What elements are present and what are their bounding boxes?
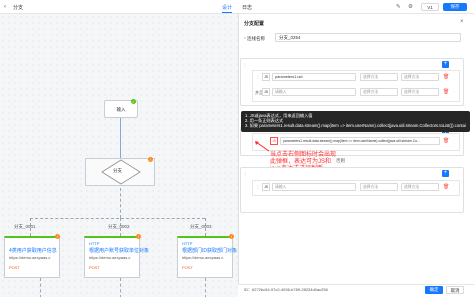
http-node-1[interactable]: 4类用户获取用户信息 https://demo.aexpaas.c POST	[4, 236, 60, 278]
cancel-button[interactable]: 取消	[446, 286, 464, 294]
http-node-kind: HTTP	[182, 241, 193, 246]
edge-label-2[interactable]: 分支_0002	[108, 224, 130, 230]
http-node-url: https://demo.aexpaas.c	[9, 255, 51, 260]
else-label: 否则	[336, 158, 345, 163]
edge-start-branch	[120, 118, 121, 158]
drag-handle-icon[interactable]: ⋮	[256, 184, 260, 189]
expression-type-select[interactable]: JS	[262, 73, 270, 81]
name-input[interactable]: 分支_0254	[275, 33, 461, 42]
http-node-url: https://demo.aexpaas.c	[182, 255, 224, 260]
field-input[interactable]: 请输入	[272, 88, 356, 96]
field-input[interactable]: 请输入	[272, 183, 356, 191]
node-id-text: ID：6272bc54-97c2-4936-b789-28234d0ac256	[244, 287, 328, 292]
http-node-3[interactable]: HTTP 根据部门ID获取部门对象 https://demo.aexpaas.c…	[177, 236, 237, 278]
top-bar: ‹ 分支 设计 日志 ✎ ⚙ V1 保存	[0, 0, 474, 14]
status-ok-icon: ✓	[131, 99, 136, 104]
start-node-label: 输入	[116, 107, 126, 112]
add-condition-button[interactable]: +	[442, 170, 449, 177]
field-input[interactable]: parameters1.result.data.stream().map(ite…	[280, 137, 440, 145]
version-select[interactable]: V1	[421, 3, 439, 11]
branch-node-label: 分支	[113, 168, 122, 173]
http-method-icon: POST	[182, 265, 193, 270]
warning-icon: !	[55, 234, 60, 239]
edge-left-out	[40, 278, 41, 297]
warning-icon: !	[136, 234, 141, 239]
http-method-icon: POST	[89, 265, 100, 270]
operator-select[interactable]: 选择方法	[360, 73, 398, 81]
tab-log[interactable]: 日志	[242, 4, 252, 11]
http-node-title: 根据用户账号获取单位对象	[89, 248, 150, 254]
save-button[interactable]: 保存	[443, 3, 467, 11]
operator-select[interactable]: 选择方法	[360, 183, 398, 191]
http-node-title: 4类用户获取用户信息	[9, 248, 57, 254]
drag-handle-icon[interactable]: ⋮	[243, 62, 247, 67]
edge-label-3[interactable]: 分支_0003	[190, 224, 212, 230]
http-method-icon: POST	[9, 265, 20, 270]
settings-icon[interactable]: ⚙	[408, 4, 413, 10]
drawer-title: 分支配置	[244, 21, 265, 27]
debug-icon[interactable]: ✎	[396, 4, 401, 10]
warning-icon: !	[148, 157, 153, 162]
confirm-button[interactable]: 确定	[425, 286, 443, 294]
delete-icon[interactable]: 🗑	[443, 138, 449, 144]
delete-icon[interactable]: 🗑	[443, 74, 449, 80]
delete-icon[interactable]: 🗑	[443, 184, 449, 190]
edge-right-out	[205, 278, 206, 297]
edge-horizontal	[30, 218, 205, 219]
value-select[interactable]: 选择方法	[401, 73, 439, 81]
page-title: 分支	[13, 5, 24, 11]
expression-type-select[interactable]: JS	[270, 137, 278, 145]
drag-handle-icon[interactable]: ⋮	[256, 74, 260, 79]
field-input[interactable]: parameters1.uid	[272, 73, 356, 81]
tooltip-line: 3. 如果 parameters1.result.data.stream().m…	[245, 123, 466, 129]
edge-mid-out	[120, 278, 121, 297]
close-icon[interactable]: ×	[460, 19, 464, 25]
http-node-url: https://demo.aexpaas.c	[89, 255, 131, 260]
name-label: * 连线名称	[244, 36, 266, 41]
expression-type-select[interactable]: JS	[262, 183, 270, 191]
value-select[interactable]: 选择方法	[401, 183, 439, 191]
delete-icon[interactable]: 🗑	[443, 89, 449, 95]
http-node-kind: HTTP	[89, 241, 100, 246]
edge-label-1[interactable]: 分支_0001	[14, 224, 36, 230]
warning-icon: !	[229, 234, 234, 239]
drag-handle-icon[interactable]: ⋮	[243, 171, 247, 176]
operator-select[interactable]: 选择方法	[360, 88, 398, 96]
expression-type-select[interactable]: JS	[262, 88, 270, 96]
add-condition-button[interactable]: +	[442, 61, 449, 68]
edge-branch-down	[120, 188, 121, 218]
http-node-2[interactable]: HTTP 根据用户账号获取单位对象 https://demo.aexpaas.c…	[84, 236, 149, 278]
back-arrow-icon[interactable]: ‹	[4, 4, 10, 10]
expression-help-tooltip: 1. JS或java表达式，用来返回输入值 2. 用一条正则表达式 3. 如果 …	[241, 111, 470, 132]
annotation-arrow-icon	[255, 141, 270, 152]
http-node-title: 根据部门ID获取部门对象	[182, 248, 238, 254]
value-select[interactable]: 选择方法	[401, 88, 439, 96]
tab-design[interactable]: 设计	[222, 4, 233, 13]
